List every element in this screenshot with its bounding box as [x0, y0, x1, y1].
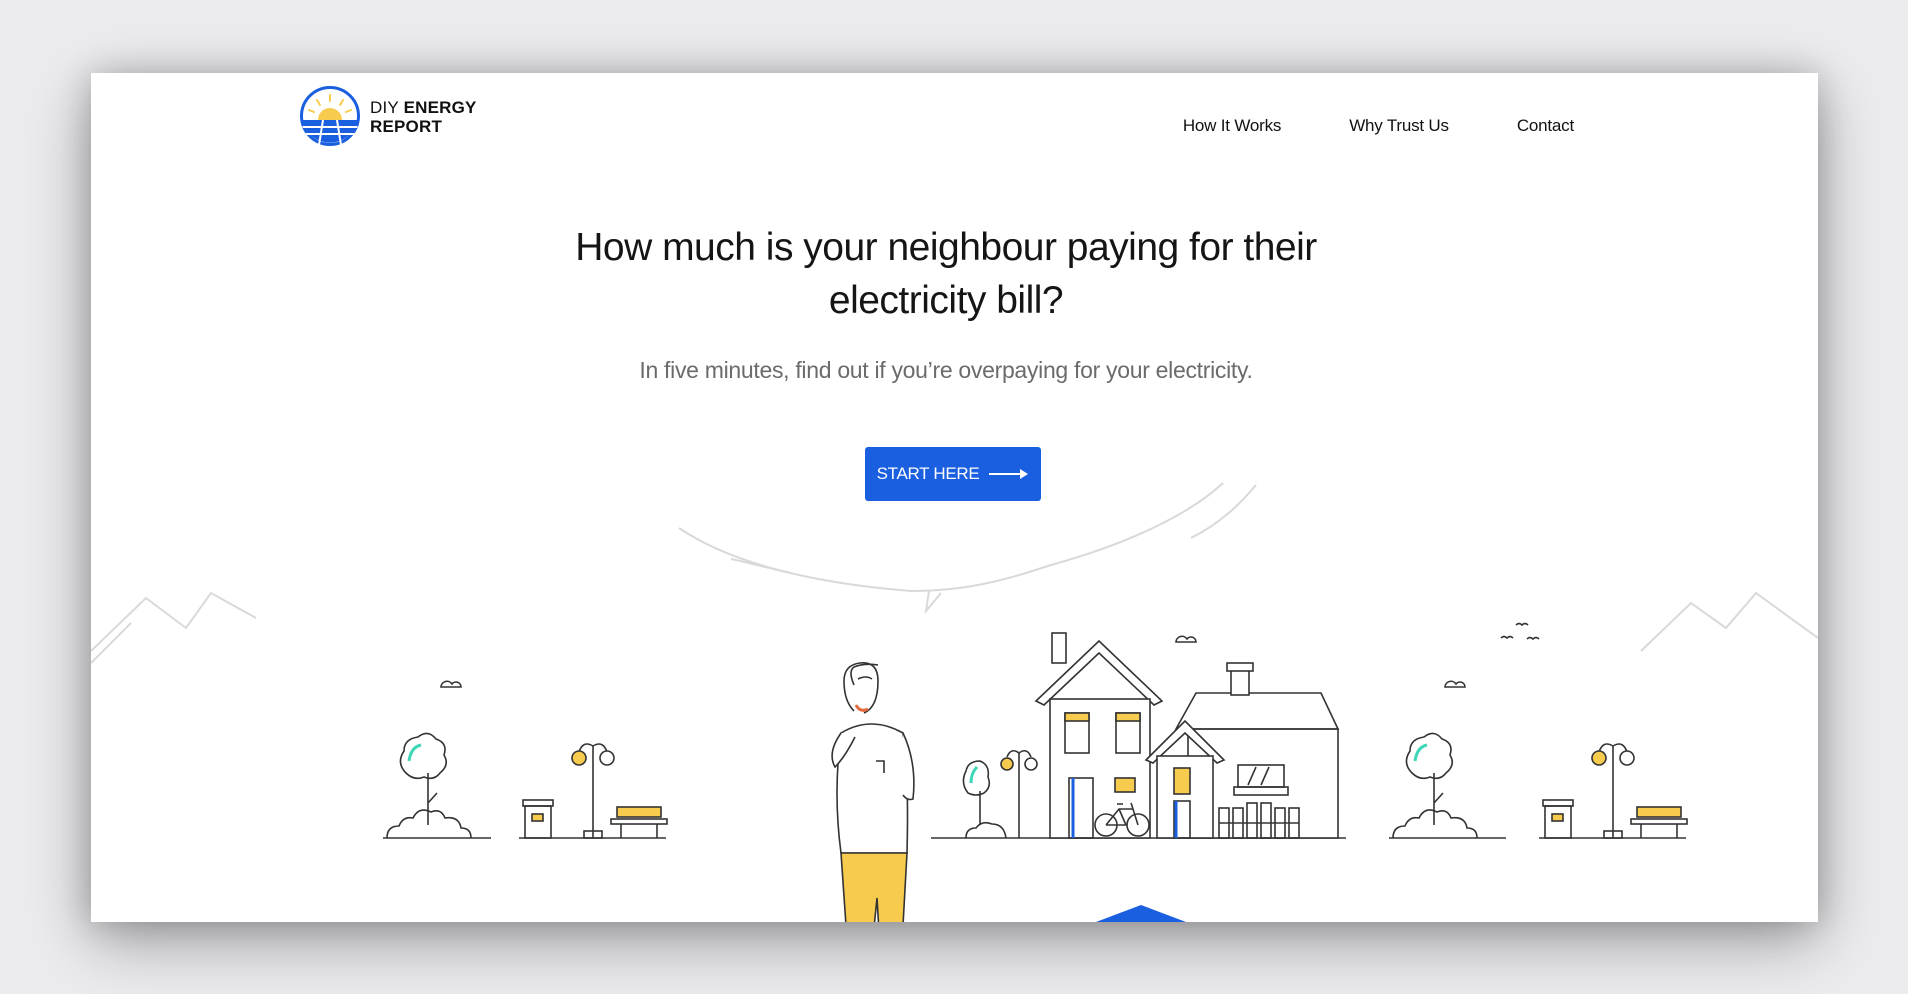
sun-solar-logo-icon: [300, 86, 360, 146]
left-park: [383, 680, 668, 839]
nav-why-trust-us[interactable]: Why Trust Us: [1349, 116, 1449, 136]
bottom-decor-triangle: [1096, 905, 1186, 922]
hero-subtitle: In five minutes, find out if you’re over…: [639, 357, 1253, 383]
arrow-right-icon: [989, 469, 1029, 479]
start-here-label: START HERE: [876, 464, 980, 483]
logo-text-report: REPORT: [370, 117, 443, 136]
houses: [931, 632, 1346, 839]
logo-text-energy: ENERGY: [403, 98, 477, 117]
start-here-button[interactable]: START HERE: [865, 447, 1041, 501]
hero-title: How much is your neighbour paying for th…: [575, 226, 1317, 322]
person-illustration: [831, 662, 915, 922]
logo-text-diy: DIY: [370, 98, 399, 117]
logo[interactable]: DIY ENERGY REPORT: [299, 85, 489, 146]
landing-page: DIY ENERGY REPORT How It Works Why Trust…: [91, 73, 1818, 922]
nav-contact[interactable]: Contact: [1517, 116, 1574, 136]
nav-how-it-works[interactable]: How It Works: [1183, 116, 1282, 136]
logo-wordmark: DIY ENERGY REPORT: [370, 98, 477, 136]
main-nav: How It Works Why Trust Us Contact: [1115, 116, 1574, 136]
right-park: [1175, 622, 1688, 839]
